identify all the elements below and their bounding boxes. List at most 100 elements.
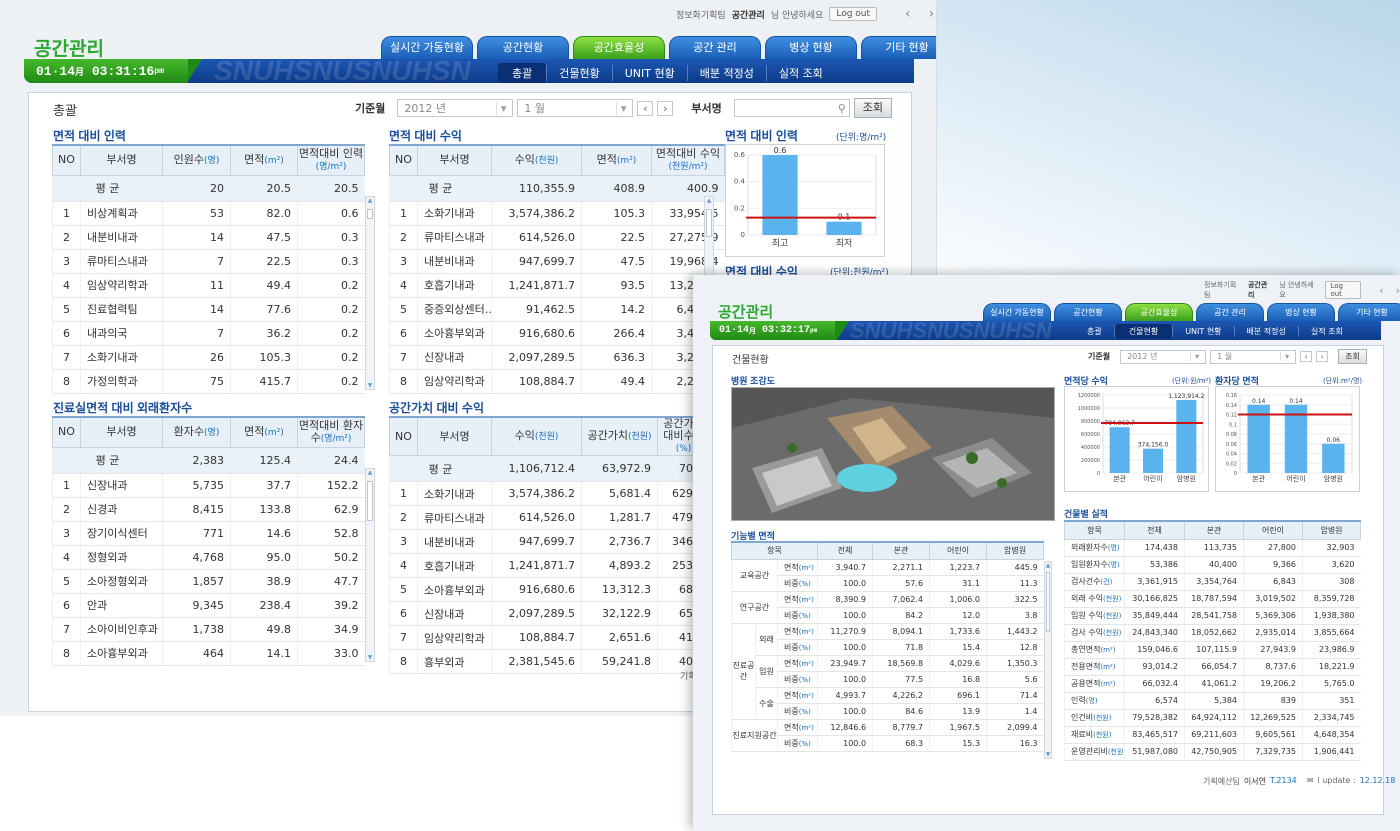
table-row[interactable]: 5 소아흉부외과 916,680.6 13,312.3 68.9 [389,577,710,602]
tab-1[interactable]: 공간현황 [477,36,569,59]
tab-4[interactable]: 병상 현황 [765,36,857,59]
table-row[interactable]: 3 장기이식센터 771 14.6 52.8 [52,521,365,546]
year-select[interactable]: 2012 년 ▾ [397,99,514,117]
scroll-thumb[interactable] [367,209,373,219]
tab-2[interactable]: 공간효율성 [1125,303,1193,321]
subtab-3[interactable]: 배분 적정성 [686,65,766,81]
table-row[interactable]: 검사건수(건) 3,361,915 3,354,764 6,843 308 [1064,573,1361,591]
table-row[interactable]: 4 정형외과 4,768 95.0 50.2 [52,545,365,570]
table-row[interactable]: 5 진료협력팀 14 77.6 0.2 [52,297,365,322]
dept-search-input[interactable]: ⚲ [733,99,850,117]
month-select[interactable]: 1 월 ▾ [1210,349,1297,364]
table-row[interactable]: 입원 수익(천원) 35,849,444 28,541,758 5,369,306 1,… [1064,607,1361,625]
table-row[interactable]: 교육공간 면적(m²) 3,940.7 2,271.1 1,223.7 445.9 [731,559,1044,592]
search-icon[interactable]: ⚲ [838,102,846,115]
table-row[interactable]: 인력(명) 6,574 5,384 839 351 [1064,692,1361,710]
table-row[interactable]: 외래환자수(명) 174,438 113,735 27,800 32,903 [1064,539,1361,557]
table-row[interactable]: 연구공간 면적(m²) 8,390.9 7,062.4 1,006.0 322.5 [731,591,1044,624]
table-row[interactable]: 8 흉부외과 2,381,545.6 59,241.8 40.2 [389,649,710,674]
table-row[interactable]: 5 소아정형외과 1,857 38.9 47.7 [52,569,365,594]
table-row[interactable]: 1 소화기내과 3,574,386.2 105.3 33,954.5 [389,201,725,226]
table-row[interactable]: 전용면적(m²) 93,014.2 66,054.7 8,737.6 18,221.9 [1064,658,1361,676]
subtab-0[interactable]: 총괄 [1075,326,1114,337]
table-row[interactable]: 4호흡기내과1,241,871.793.513,282.0 [389,273,725,298]
scrollbar[interactable] [1044,561,1052,759]
table-row[interactable]: 진료공간 외래 면적(m²) 11,270.9 8,094.1 1,733.6 1,443.… [731,623,1044,720]
subtab-2[interactable]: UNIT 현황 [1172,326,1233,337]
table-row[interactable]: 총연면적(m²) 159,046.6 107,115.9 27,943.9 23,986… [1064,641,1361,659]
subtab-4[interactable]: 실적 조회 [1297,326,1355,337]
month-select[interactable]: 1 월 ▾ [517,99,634,117]
prev-month-button[interactable]: ‹ [637,100,654,116]
table-row[interactable]: 외래 수익(천원) 30,166,825 18,787,594 3,019,502 8,… [1064,590,1361,608]
table-row[interactable]: 8 소아흉부외과 464 14.1 33.0 [52,641,365,666]
table-row[interactable]: 입원 면적(m²) 23,949.7 18,569.8 4,029.6 1,350.3 [732,655,1044,688]
subtab-1[interactable]: 건물현황 [1113,324,1173,339]
table-row[interactable]: 4 호흡기내과 1,241,871.7 4,893.2 253.8 [389,553,710,578]
next-arrow-icon[interactable]: › [1396,284,1400,297]
subtab-1[interactable]: 건물현황 [546,65,611,81]
subtab-3[interactable]: 배분 적정성 [1233,326,1298,337]
table-row[interactable]: 3 내분비내과 947,699.7 47.5 19,968.4 [389,249,725,274]
table-row[interactable]: 7 소아이비인후과 1,738 49.8 34.9 [52,617,365,642]
search-button[interactable]: 조회 [853,98,892,118]
table-row[interactable]: 4 임상약리학과 11 49.4 0.2 [52,273,365,298]
table-row[interactable]: 8 가정의학과 75 415.7 0.2 [52,369,365,394]
tab-1[interactable]: 공간현황 [1054,303,1122,321]
table-row[interactable]: 비중(%) 100.0 77.5 16.8 5.6 [732,671,1044,688]
table-row[interactable]: 6 내과의국 7 36.2 0.2 [52,321,365,346]
table-row[interactable]: 7 소화기내과 26 105.3 0.2 [52,345,365,370]
table-row[interactable]: 2 내분비내과 14 47.5 0.3 [52,225,365,250]
table-row[interactable]: 1 신장내과 5,735 37.7 152.2 [52,473,365,498]
table-row[interactable]: 2 신경과 8,415 133.8 62.9 [52,497,365,522]
subtab-0[interactable]: 총괄 [498,63,547,83]
subtab-2[interactable]: UNIT 현황 [611,65,687,81]
scrollbar[interactable] [365,468,375,662]
prev-month-button[interactable]: ‹ [1300,351,1313,362]
table-row[interactable]: 5중증외상센터…91,462.514.26,441.0 [389,297,725,322]
scrollbar[interactable] [365,196,375,390]
tab-5[interactable]: 기타 현황 [1338,303,1400,321]
year-select[interactable]: 2012 년 ▾ [1120,349,1207,364]
search-button[interactable]: 조회 [1338,349,1367,364]
table-row[interactable]: 2 류마티스내과 614,526.0 1,281.7 479.5 [389,505,710,530]
scroll-thumb[interactable] [367,481,373,521]
tab-2[interactable]: 공간효율성 [573,36,665,59]
logout-button[interactable]: Log out [829,7,878,21]
mail-icon[interactable]: ✉ [1307,776,1314,787]
tab-0[interactable]: 실시간 가동현황 [983,303,1051,321]
scroll-thumb[interactable] [1046,572,1050,632]
table-row[interactable]: 8임상약리학과108,884.749.42,205.0 [389,369,725,394]
scroll-thumb[interactable] [706,209,712,237]
logout-button[interactable]: Log out [1325,281,1362,299]
table-row[interactable]: 비중(%) 100.0 71.8 15.4 12.8 [732,639,1044,656]
prev-arrow-icon[interactable]: ‹ [1379,284,1383,297]
next-month-button[interactable]: › [657,100,674,116]
table-row[interactable]: 1 소화기내과 3,574,386.2 5,681.4 629.1 [389,481,710,506]
table-row[interactable]: 공용면적(m²) 66,032.4 41,061.2 19,206.2 5,765.0 [1064,675,1361,693]
table-row[interactable]: 6 신장내과 2,097,289.5 32,122.9 65.3 [389,601,710,626]
table-row[interactable]: 3 내분비내과 947,699.7 2,736.7 346.3 [389,529,710,554]
table-row[interactable]: 1 비상계획과 53 82.0 0.6 [52,201,365,226]
next-month-button[interactable]: › [1316,351,1329,362]
table-row[interactable]: 7 임상약리학과 108,884.7 2,651.6 41.1 [389,625,710,650]
tab-3[interactable]: 공간 관리 [1196,303,1264,321]
table-row[interactable]: 6 안과 9,345 238.4 39.2 [52,593,365,618]
table-row[interactable]: 운영관리비(천원) 51,987,080 42,750,905 7,329,735 1,… [1064,743,1361,761]
tab-5[interactable]: 기타 현황 [861,36,936,59]
table-row[interactable]: 재료비(천원) 83,465,517 69,211,603 9,605,561 4,64… [1064,726,1361,744]
table-row[interactable]: 수술 면적(m²) 4,993.7 4,226.2 696.1 71.4 [732,687,1044,720]
next-arrow-icon[interactable]: › [929,6,935,22]
tab-3[interactable]: 공간 관리 [669,36,761,59]
table-row[interactable]: 비중(%) 100.0 57.6 31.1 11.3 [732,575,1044,592]
table-row[interactable]: 7신장내과2,097,289.5636.33,296.3 [389,345,725,370]
table-row[interactable]: 비중(%) 100.0 84.6 13.9 1.4 [732,703,1044,720]
table-row[interactable]: 인건비(천원) 79,528,382 64,924,112 12,269,525 2,3… [1064,709,1361,727]
subtab-4[interactable]: 실적 조회 [765,65,835,81]
table-row[interactable]: 6소아흉부외과916,680.6266.43,441.6 [389,321,725,346]
table-row[interactable]: 진료지원공간 면적(m²) 12,846.6 8,779.7 1,967.5 2,099.… [731,719,1044,752]
tab-0[interactable]: 실시간 가동현황 [381,36,473,59]
table-row[interactable]: 검사 수익(천원) 24,843,340 18,052,662 2,935,014 3,… [1064,624,1361,642]
tab-4[interactable]: 병상 현황 [1267,303,1335,321]
table-row[interactable]: 비중(%) 100.0 84.2 12.0 3.8 [732,607,1044,624]
